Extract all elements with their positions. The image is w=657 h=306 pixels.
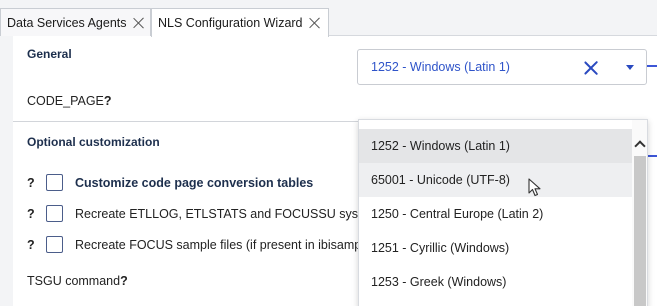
dropdown-option[interactable]: 1251 - Cyrillic (Windows) xyxy=(359,231,632,265)
help-icon[interactable]: ? xyxy=(120,274,128,288)
checkbox-row-conversion-tables: ? Customize code page conversion tables xyxy=(27,174,313,191)
section-title-general: General xyxy=(27,47,72,61)
tab-label: NLS Configuration Wizard xyxy=(158,16,303,30)
dropdown-option[interactable]: 65001 - Unicode (UTF-8) xyxy=(359,163,632,197)
help-icon[interactable]: ? xyxy=(27,176,39,190)
help-icon[interactable]: ? xyxy=(27,238,39,252)
dropdown-option[interactable]: 1252 - Windows (Latin 1) xyxy=(359,129,632,163)
checkbox-recreate-system-files[interactable] xyxy=(46,205,63,222)
checkbox-label: Recreate FOCUS sample files (if present … xyxy=(75,237,366,252)
section-divider xyxy=(13,121,373,122)
code-page-dropdown: 1252 - Windows (Latin 1) 65001 - Unicode… xyxy=(358,119,648,306)
code-page-label-text: CODE_PAGE xyxy=(27,94,104,108)
close-icon[interactable] xyxy=(133,17,144,29)
chevron-down-icon[interactable] xyxy=(626,65,634,70)
tab-nls-configuration-wizard[interactable]: NLS Configuration Wizard xyxy=(151,8,329,37)
tab-data-services-agents[interactable]: Data Services Agents xyxy=(0,8,151,36)
tab-bar: Data Services Agents NLS Configuration W… xyxy=(0,0,657,37)
scrollbar-thumb[interactable] xyxy=(634,156,646,306)
chevron-up-icon[interactable] xyxy=(635,140,644,149)
checkbox-conversion-tables[interactable] xyxy=(46,174,63,191)
checkbox-label: Customize code page conversion tables xyxy=(75,175,314,190)
tab-label: Data Services Agents xyxy=(7,15,127,30)
help-icon[interactable]: ? xyxy=(104,94,112,108)
dropdown-option[interactable]: 1250 - Central Europe (Latin 2) xyxy=(359,197,632,231)
clear-icon[interactable] xyxy=(584,61,598,75)
dropdown-option[interactable]: 1253 - Greek (Windows) xyxy=(359,265,632,299)
section-title-optional: Optional customization xyxy=(27,135,160,149)
help-icon[interactable]: ? xyxy=(27,207,39,221)
checkbox-row-recreate-focus-samples: ? Recreate FOCUS sample files (if presen… xyxy=(27,236,365,253)
mouse-cursor-icon xyxy=(528,178,541,197)
checkbox-label: Recreate ETLLOG, ETLSTATS and FOCUSSU sy… xyxy=(75,206,399,221)
left-gutter xyxy=(0,36,13,306)
tsgu-command-label: TSGU command? xyxy=(27,274,128,288)
code-page-select[interactable]: 1252 - Windows (Latin 1) xyxy=(357,49,647,85)
tsgu-label-text: TSGU command xyxy=(27,274,121,288)
checkbox-row-recreate-system-files: ? Recreate ETLLOG, ETLSTATS and FOCUSSU … xyxy=(27,205,398,222)
accent-underline xyxy=(648,155,657,157)
checkbox-recreate-focus-samples[interactable] xyxy=(46,236,63,253)
code-page-selected-value: 1252 - Windows (Latin 1) xyxy=(371,60,510,74)
code-page-label: CODE_PAGE? xyxy=(27,94,112,108)
close-icon[interactable] xyxy=(309,17,321,29)
